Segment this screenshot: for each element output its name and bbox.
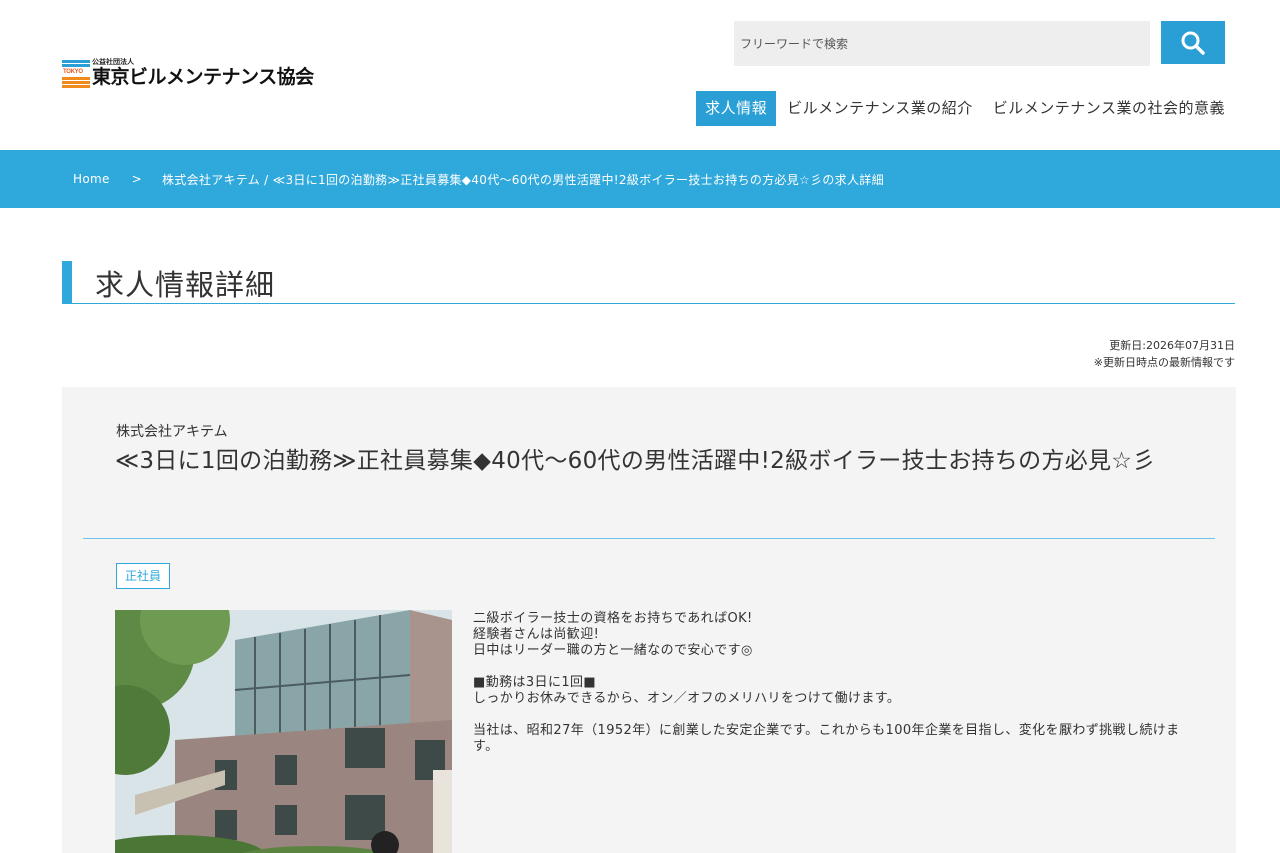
desc-line: 二級ボイラー技士の資格をお持ちであればOK!: [473, 611, 753, 626]
main-nav: 求人情報 ビルメンテナンス業の紹介 ビルメンテナンス業の社会的意義: [696, 91, 1225, 126]
breadcrumb-home-link[interactable]: Home: [73, 172, 110, 186]
nav-item-social-significance[interactable]: ビルメンテナンス業の社会的意義: [993, 91, 1225, 126]
company-building-photo: [115, 610, 452, 853]
updated-note: ※更新日時点の最新情報です: [1093, 356, 1235, 369]
title-accent-bar: [62, 261, 72, 303]
breadcrumb-separator: >: [131, 172, 142, 186]
logo-mark-text: TOKYO: [63, 69, 83, 75]
nav-item-job-info[interactable]: 求人情報: [696, 91, 777, 126]
desc-line: 経験者さんは尚歓迎!: [473, 627, 600, 642]
job-description: 二級ボイラー技士の資格をお持ちであればOK! 経験者さんは尚歓迎! 日中はリーダ…: [473, 611, 1203, 771]
page-title-section: 求人情報詳細: [62, 259, 1235, 304]
logo-subtitle: 公益社団法人: [92, 58, 134, 66]
breadcrumb-current: 株式会社アキテム / ≪3日に1回の泊勤務≫正社員募集◆40代～60代の男性活躍…: [162, 172, 884, 187]
breadcrumb: Home > 株式会社アキテム / ≪3日に1回の泊勤務≫正社員募集◆40代～6…: [0, 150, 1280, 208]
search-button[interactable]: [1161, 21, 1225, 64]
desc-line: 当社は、昭和27年（1952年）に創業した安定企業です。これからも100年企業を…: [473, 723, 1180, 754]
logo-mark-icon: TOKYO: [62, 60, 90, 88]
nav-item-industry-intro[interactable]: ビルメンテナンス業の紹介: [787, 91, 973, 126]
logo-title: 東京ビルメンテナンス協会: [92, 66, 314, 88]
job-detail-card: 株式会社アキテム ≪3日に1回の泊勤務≫正社員募集◆40代～60代の男性活躍中!…: [62, 387, 1236, 853]
search-input[interactable]: [734, 21, 1150, 66]
search-icon: [1181, 31, 1205, 55]
desc-line: 日中はリーダー職の方と一緒なので安心です◎: [473, 643, 753, 658]
page-title: 求人情報詳細: [95, 268, 276, 302]
employment-type-badge: 正社員: [116, 563, 171, 589]
card-divider: [83, 538, 1215, 539]
desc-line: しっかりお休みできるから、オン／オフのメリハリをつけて働けます。: [473, 691, 901, 706]
desc-line: ■勤務は3日に1回■: [473, 675, 597, 690]
company-name: 株式会社アキテム: [116, 424, 228, 440]
job-title: ≪3日に1回の泊勤務≫正社員募集◆40代～60代の男性活躍中!2級ボイラー技士お…: [115, 448, 1156, 474]
updated-date: 更新日:2026年07月31日: [1109, 339, 1235, 352]
site-logo[interactable]: TOKYO 公益社団法人 東京ビルメンテナンス協会: [62, 58, 314, 88]
update-info: 更新日:2026年07月31日 ※更新日時点の最新情報です: [1094, 337, 1235, 371]
site-header: TOKYO 公益社団法人 東京ビルメンテナンス協会 求人情報 ビルメンテナンス業…: [0, 0, 1280, 150]
